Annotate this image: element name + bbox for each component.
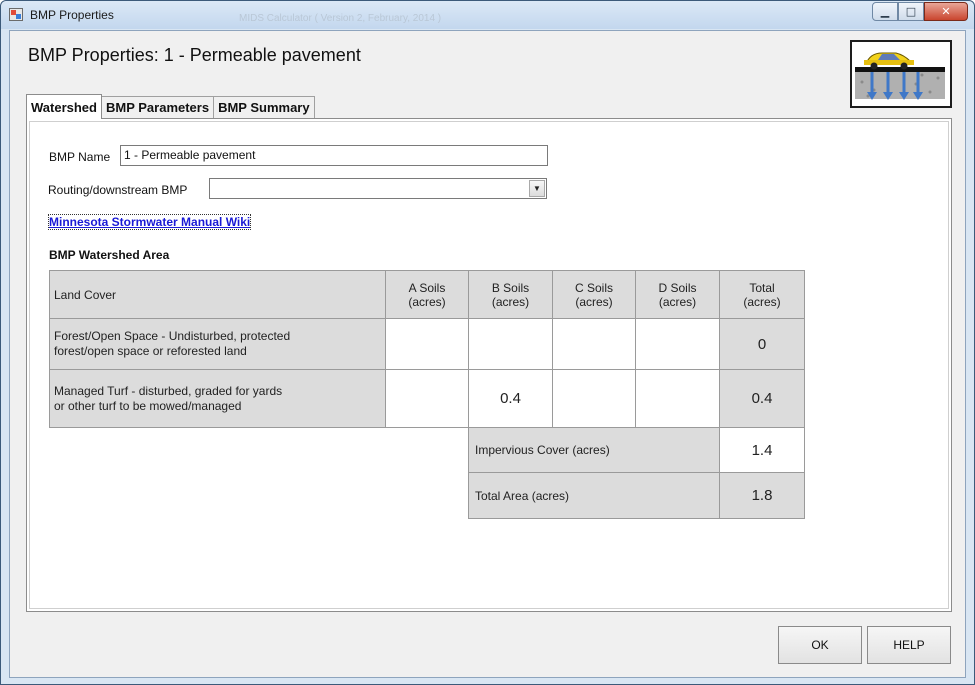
app-icon [9, 8, 23, 21]
table-header-row: Land Cover A Soils (acres) B Soils (acres)… [49, 270, 805, 319]
minimize-icon: ▁ [880, 5, 890, 18]
window-controls: ▁ □ ✕ [872, 2, 968, 21]
land-cover-forest: Forest/Open Space - Undisturbed, protect… [49, 318, 386, 370]
forest-c-soils-input[interactable] [552, 318, 636, 370]
routing-label: Routing/downstream BMP [48, 183, 188, 197]
impervious-cover-label: Impervious Cover (acres) [468, 427, 720, 473]
table-row: Impervious Cover (acres) 1.4 [468, 427, 805, 473]
routing-downstream-select[interactable]: ▼ [209, 178, 547, 199]
land-cover-table: Land Cover A Soils (acres) B Soils (acres)… [49, 270, 805, 428]
tab-bmp-parameters[interactable]: BMP Parameters [100, 96, 215, 118]
header-b-soils: B Soils (acres) [468, 270, 553, 319]
table-row: Forest/Open Space - Undisturbed, protect… [49, 318, 805, 370]
area-summary-table: Impervious Cover (acres) 1.4 Total Area … [468, 427, 805, 519]
tab-strip: Watershed BMP Parameters BMP Summary [26, 94, 315, 119]
header-c-soils: C Soils (acres) [552, 270, 636, 319]
background-window-title: MIDS Calculator ( Version 2, February, 2… [239, 13, 442, 24]
forest-total: 0 [719, 318, 805, 370]
permeable-pavement-icon [850, 40, 952, 108]
wiki-link[interactable]: Minnesota Stormwater Manual Wiki [47, 214, 252, 230]
total-area-value: 1.8 [719, 472, 805, 519]
forest-d-soils-input[interactable] [635, 318, 720, 370]
page-title: BMP Properties: 1 - Permeable pavement [28, 45, 361, 65]
header-a-soils: A Soils (acres) [385, 270, 469, 319]
maximize-icon: □ [905, 5, 917, 18]
close-button[interactable]: ✕ [924, 2, 968, 21]
total-area-label: Total Area (acres) [468, 472, 720, 519]
forest-a-soils-input[interactable] [385, 318, 469, 370]
forest-b-soils-input[interactable] [468, 318, 553, 370]
title-bar[interactable]: BMP Properties MIDS Calculator ( Version… [1, 1, 974, 29]
table-row: Managed Turf - disturbed, graded for yar… [49, 369, 805, 428]
table-row: Total Area (acres) 1.8 [468, 472, 805, 519]
turf-c-soils-input[interactable] [552, 369, 636, 428]
land-cover-managed-turf: Managed Turf - disturbed, graded for yar… [49, 369, 386, 428]
header-land-cover: Land Cover [49, 270, 386, 319]
bmp-properties-window: BMP Properties MIDS Calculator ( Version… [0, 0, 975, 685]
impervious-cover-input[interactable]: 1.4 [719, 427, 805, 473]
turf-total: 0.4 [719, 369, 805, 428]
header-total: Total (acres) [719, 270, 805, 319]
tab-watershed[interactable]: Watershed [26, 94, 102, 119]
ok-button[interactable]: OK [778, 626, 862, 664]
close-icon: ✕ [941, 5, 951, 18]
watershed-area-title: BMP Watershed Area [49, 248, 170, 262]
dialog-client-area: BMP Properties: 1 - Permeable pavement W… [9, 30, 966, 678]
turf-a-soils-input[interactable] [385, 369, 469, 428]
window-title: BMP Properties [30, 8, 114, 22]
turf-b-soils-input[interactable]: 0.4 [468, 369, 553, 428]
minimize-button[interactable]: ▁ [872, 2, 898, 21]
bmp-name-input[interactable]: 1 - Permeable pavement [120, 145, 548, 166]
header-d-soils: D Soils (acres) [635, 270, 720, 319]
watershed-tab-panel: BMP Name 1 - Permeable pavement Routing/… [26, 118, 952, 612]
bmp-name-label: BMP Name [49, 150, 111, 164]
chevron-down-icon[interactable]: ▼ [529, 180, 545, 197]
turf-d-soils-input[interactable] [635, 369, 720, 428]
help-button[interactable]: HELP [867, 626, 951, 664]
maximize-button[interactable]: □ [898, 2, 924, 21]
tab-bmp-summary[interactable]: BMP Summary [213, 96, 315, 118]
